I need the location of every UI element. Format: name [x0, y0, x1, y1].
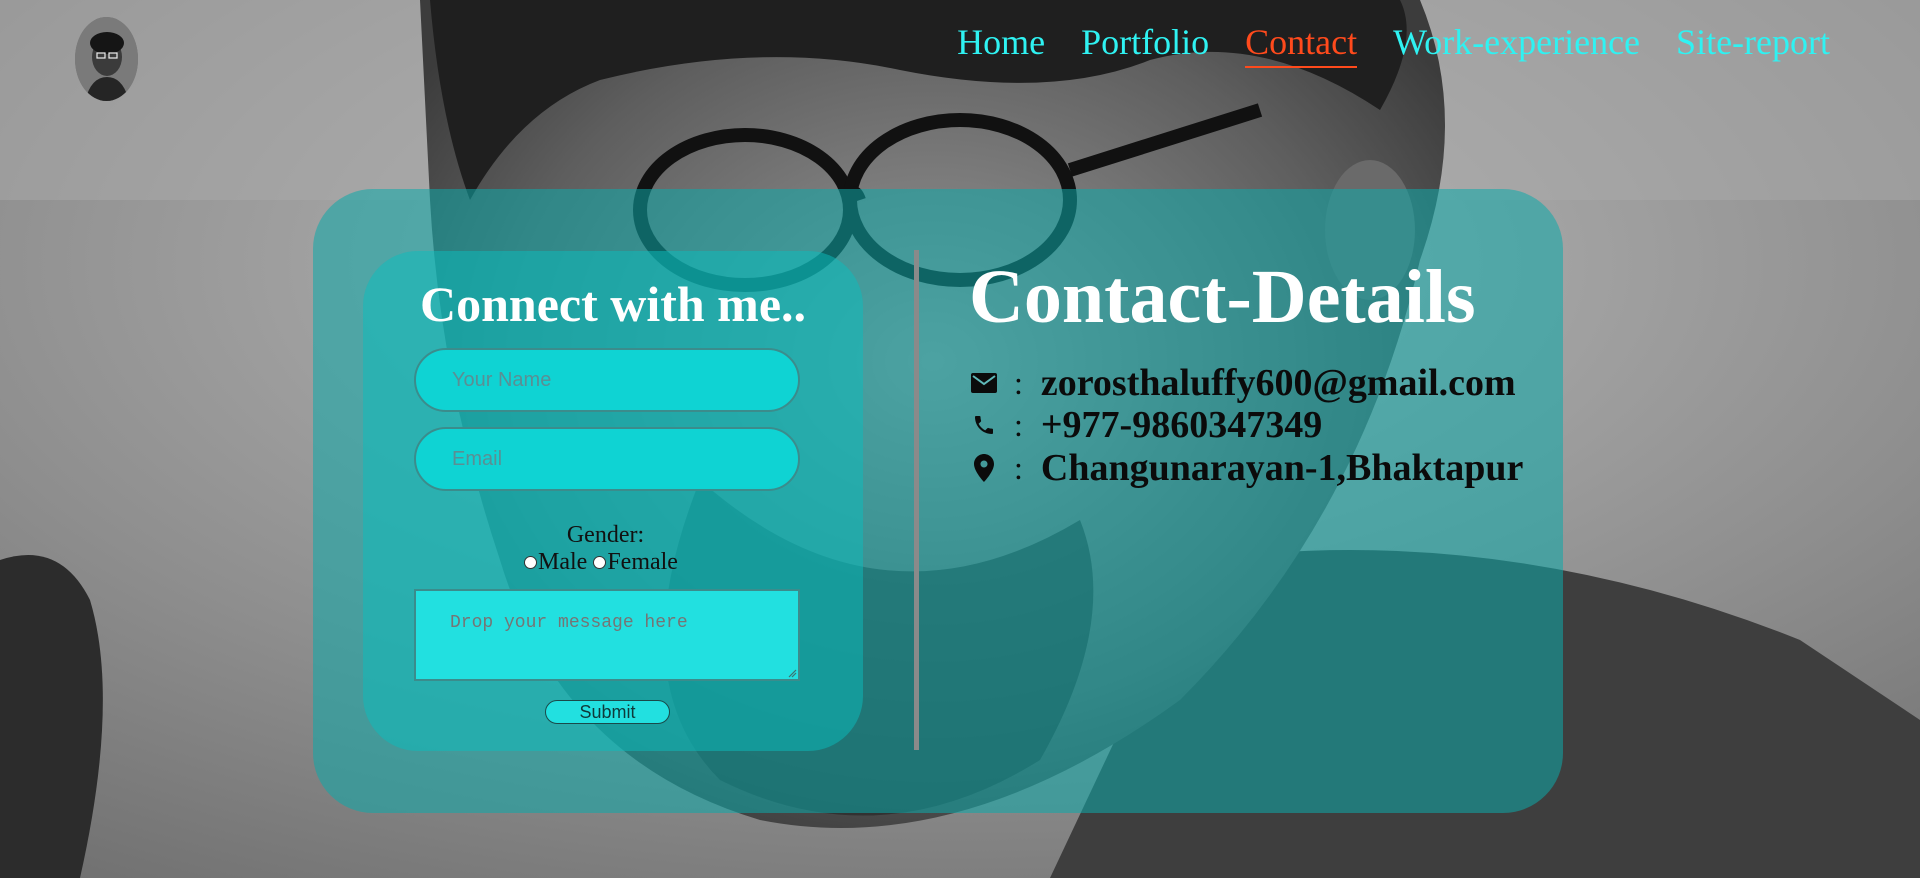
contact-address: Changunarayan-1,Bhaktapur	[1040, 447, 1524, 489]
email-input[interactable]	[414, 427, 800, 491]
avatar[interactable]	[75, 17, 138, 101]
gender-radio-male[interactable]	[524, 556, 537, 569]
contact-phone: +977-9860347349	[1040, 404, 1323, 446]
address-separator: :	[1014, 449, 1023, 486]
form-title: Connect with me..	[419, 276, 807, 332]
panel-divider	[914, 250, 919, 750]
resize-grip-icon[interactable]	[787, 668, 797, 678]
nav-link-contact[interactable]: Contact	[1245, 18, 1358, 68]
phone-icon	[970, 411, 998, 439]
gender-radio-female[interactable]	[593, 556, 607, 569]
contact-details-title: Contact-Details	[969, 255, 1476, 339]
contact-address-row: : Changunarayan-1,Bhaktapur	[970, 446, 1523, 490]
name-input[interactable]	[414, 348, 800, 412]
gender-options: Male Female	[524, 549, 678, 576]
contact-email-row: : zorosthaluffy600@gmail.com	[970, 361, 1516, 405]
nav-link-home[interactable]: Home	[957, 18, 1045, 68]
nav-link-work-experience[interactable]: Work-experience	[1393, 18, 1640, 68]
gender-option-male-label: Male	[538, 549, 588, 575]
contact-phone-row: : +977-9860347349	[970, 403, 1322, 447]
gender-label: Gender:	[566, 522, 645, 548]
phone-separator: :	[1014, 406, 1023, 443]
contact-email: zorosthaluffy600@gmail.com	[1040, 362, 1516, 404]
location-pin-icon	[970, 454, 998, 482]
nav-link-site-report[interactable]: Site-report	[1676, 18, 1830, 68]
gender-option-female-label: Female	[607, 549, 678, 575]
mail-icon	[970, 369, 998, 397]
message-textarea[interactable]	[414, 589, 800, 681]
nav-link-portfolio[interactable]: Portfolio	[1081, 18, 1209, 68]
main-nav: Home Portfolio Contact Work-experience S…	[957, 18, 1830, 68]
email-separator: :	[1014, 364, 1023, 401]
submit-button[interactable]: Submit	[545, 700, 670, 724]
